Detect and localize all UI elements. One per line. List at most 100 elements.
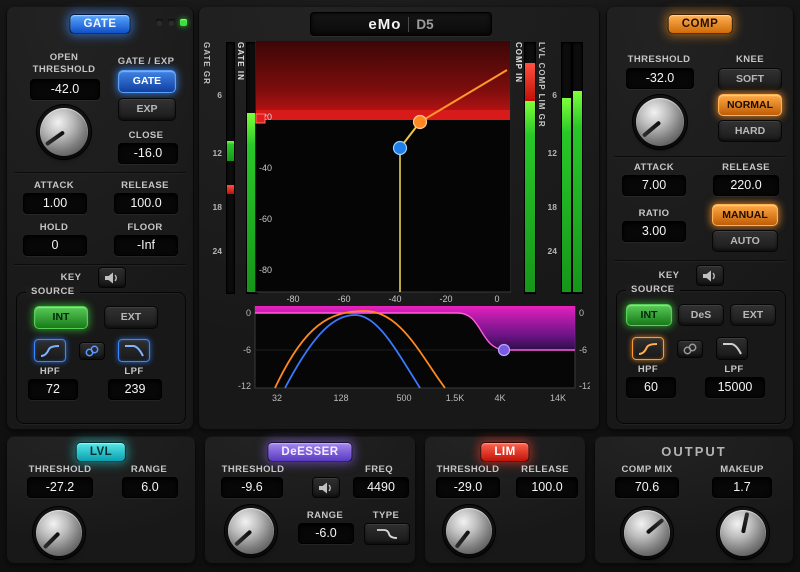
lvl-section-badge[interactable]: LVL (76, 442, 126, 462)
model-text: D5 (408, 17, 433, 32)
deesser-freq-value[interactable]: 4490 (353, 477, 409, 498)
main-x-tick: -80 (286, 294, 299, 304)
comp-lpf-value[interactable]: 15000 (705, 377, 765, 398)
deesser-handle[interactable] (499, 345, 510, 356)
speaker-icon (702, 270, 718, 282)
lim-release-label: RELEASE (508, 464, 582, 475)
comp-lpf-button[interactable] (716, 337, 748, 360)
deesser-threshold-value[interactable]: -9.6 (221, 477, 283, 498)
makeup-value[interactable]: 1.7 (712, 477, 772, 498)
comp-source-int-button[interactable]: INT (626, 304, 672, 326)
lvl-range-value[interactable]: 6.0 (122, 477, 178, 498)
comp-in-meter (524, 42, 536, 294)
gate-close-label: CLOSE (106, 130, 186, 141)
comp-filter-link-button[interactable] (677, 340, 703, 358)
eq-y-tick: 0 (246, 308, 251, 318)
comp-key-label: KEY (654, 270, 684, 281)
eq-y-tick: -12 (238, 381, 251, 391)
gr-scale-tick: 12 (206, 148, 222, 158)
gate-hpf-value[interactable]: 72 (28, 379, 78, 400)
gate-source-ext-button[interactable]: EXT (104, 306, 158, 329)
gate-threshold-value[interactable]: -42.0 (30, 79, 100, 100)
gr-scale-tick: 12 (541, 148, 557, 158)
comp-ratio-label: RATIO (614, 208, 694, 219)
gate-key-monitor-button[interactable] (98, 267, 126, 288)
comp-knee-hard-button[interactable]: HARD (718, 120, 782, 142)
meter-segment (573, 91, 582, 292)
knob-pointer (454, 530, 470, 549)
lim-threshold-handle[interactable] (256, 114, 265, 123)
comp-ratio-manual-button[interactable]: MANUAL (712, 204, 778, 226)
link-icon (84, 345, 100, 357)
comp-ratio-auto-button[interactable]: AUTO (712, 230, 778, 252)
knob-pointer (741, 512, 749, 534)
gate-attack-value[interactable]: 1.00 (23, 193, 87, 214)
comp-threshold-handle[interactable] (414, 116, 427, 129)
comp-source-ext-button[interactable]: EXT (730, 304, 776, 326)
gate-section-badge[interactable]: GATE (69, 14, 130, 34)
knob-pointer (43, 532, 61, 550)
gate-close-value[interactable]: -16.0 (118, 143, 178, 164)
gate-hpf-button[interactable] (34, 339, 66, 362)
highpass-icon (39, 344, 61, 358)
lim-release-value[interactable]: 100.0 (516, 477, 578, 498)
main-x-tick: -20 (439, 294, 452, 304)
lvl-threshold-label: THRESHOLD (14, 464, 106, 475)
gate-source-int-button[interactable]: INT (34, 306, 88, 329)
comp-mix-knob[interactable] (624, 510, 670, 556)
lim-threshold-value[interactable]: -29.0 (436, 477, 500, 498)
comp-panel: COMP THRESHOLD -32.0 KNEE SOFT NORMAL HA… (606, 6, 794, 430)
comp-section-badge[interactable]: COMP (668, 14, 733, 34)
main-x-tick: -40 (388, 294, 401, 304)
eq-x-tick: 128 (333, 393, 348, 403)
comp-hpf-value[interactable]: 60 (626, 377, 676, 398)
gate-floor-value[interactable]: -Inf (114, 235, 178, 256)
comp-key-monitor-button[interactable] (696, 265, 724, 286)
shelf-filter-icon (375, 527, 399, 541)
lvl-threshold-value[interactable]: -27.2 (27, 477, 93, 498)
gate-threshold-handle[interactable] (394, 142, 407, 155)
gate-lpf-value[interactable]: 239 (108, 379, 162, 400)
gate-mode-gate-button[interactable]: GATE (118, 70, 176, 93)
lim-threshold-label: THRESHOLD (428, 464, 508, 475)
comp-attack-value[interactable]: 7.00 (622, 175, 686, 196)
deesser-type-button[interactable] (364, 523, 410, 545)
lim-threshold-knob[interactable] (446, 508, 492, 554)
dynamics-graph: -20 -40 -60 -80 -80 -60 -40 -20 0 (255, 40, 511, 304)
comp-knee-soft-button[interactable]: SOFT (718, 68, 782, 90)
gr-scale-tick: 18 (206, 202, 222, 212)
gate-hold-value[interactable]: 0 (23, 235, 87, 256)
gate-gr-meter-label: GATE GR (202, 42, 211, 85)
gate-mode-exp-button[interactable]: EXP (118, 98, 176, 121)
gr-scale-tick: 24 (206, 246, 222, 256)
gr-scale-tick: 6 (206, 90, 222, 100)
deesser-range-value[interactable]: -6.0 (298, 523, 354, 544)
eq-y-tick: -12 (579, 381, 590, 391)
lowpass-icon (721, 342, 743, 356)
comp-hpf-button[interactable] (632, 337, 664, 360)
makeup-knob[interactable] (720, 510, 766, 556)
main-y-tick: -60 (259, 214, 272, 224)
divider (614, 260, 786, 262)
deesser-threshold-knob[interactable] (228, 508, 274, 554)
comp-knee-normal-button[interactable]: NORMAL (718, 94, 782, 116)
comp-mix-value[interactable]: 70.6 (615, 477, 679, 498)
gate-filter-link-button[interactable] (79, 342, 105, 360)
gate-floor-label: FLOOR (106, 222, 184, 233)
gate-release-value[interactable]: 100.0 (114, 193, 178, 214)
threshold-band (256, 110, 510, 120)
lvl-threshold-knob[interactable] (36, 510, 82, 556)
comp-ratio-value[interactable]: 3.00 (622, 221, 686, 242)
deesser-range-label: RANGE (294, 510, 356, 521)
lim-section-badge[interactable]: LIM (480, 442, 529, 462)
comp-threshold-value[interactable]: -32.0 (626, 68, 694, 89)
comp-threshold-knob[interactable] (636, 98, 684, 146)
comp-source-des-button[interactable]: DeS (678, 304, 724, 326)
gate-lpf-button[interactable] (118, 339, 150, 362)
deesser-monitor-button[interactable] (312, 477, 340, 498)
divider (14, 264, 186, 266)
comp-release-value[interactable]: 220.0 (713, 175, 779, 196)
deesser-section-badge[interactable]: DeESSER (267, 442, 352, 462)
gate-threshold-knob[interactable] (40, 108, 88, 156)
led-3-on (180, 19, 187, 26)
